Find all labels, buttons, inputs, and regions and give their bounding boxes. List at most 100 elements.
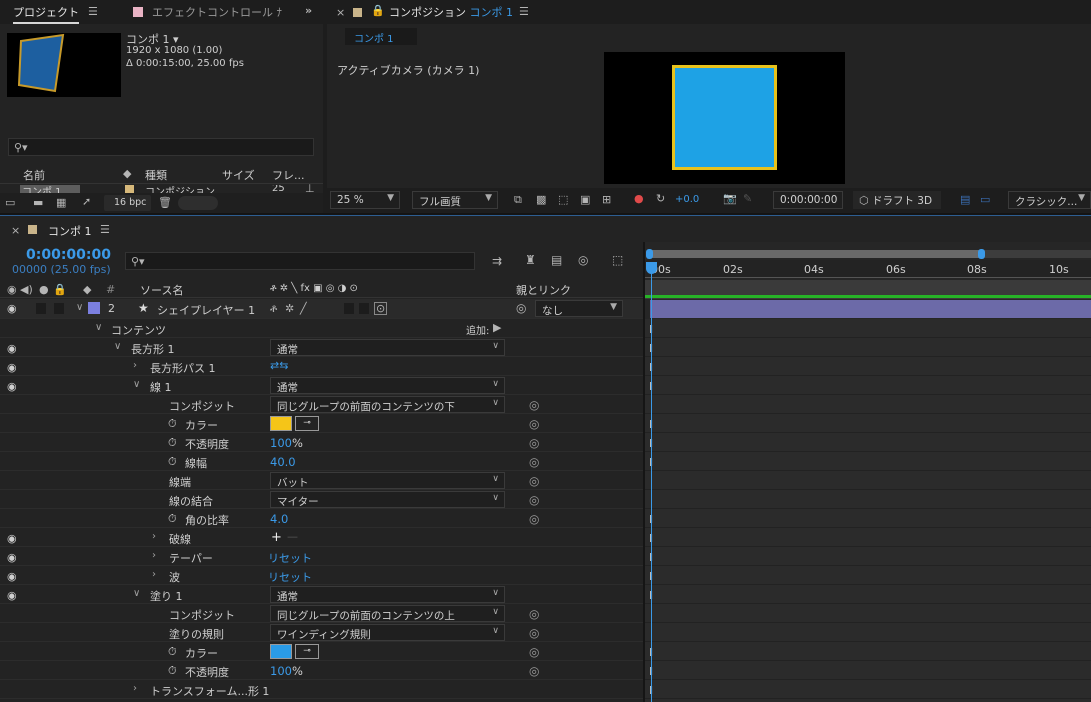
grid-guides-icon[interactable]: ⊞ <box>602 194 611 205</box>
eye-icon[interactable]: ◉ <box>7 302 17 315</box>
fill-opacity-row[interactable]: ⏱ 不透明度 100% ◎ <box>0 661 644 680</box>
comp-timecode[interactable]: 0:00:00:00 <box>773 191 843 209</box>
fill-opacity-value[interactable]: 100% <box>270 664 303 678</box>
label-tag-icon[interactable]: ◆ <box>83 284 91 295</box>
fill-composite-row[interactable]: コンポジット 同じグループの前面のコンテンツの上 ∨ ◎ <box>0 604 644 623</box>
shy-layers-icon[interactable]: ♜ <box>525 254 536 266</box>
tab-effect-controls[interactable]: エフェクトコントロール ﾅ <box>152 4 282 20</box>
scroll-pill[interactable] <box>178 196 218 210</box>
comp-menu-icon[interactable]: ☰ <box>519 6 529 17</box>
parent-dropdown[interactable]: なし ▼ <box>535 300 623 317</box>
col-size[interactable]: サイズ <box>222 167 255 183</box>
stroke-composite-dropdown[interactable]: 同じグループの前面のコンテンツの下 ∨ <box>270 396 505 413</box>
audio-toggle-icon[interactable]: ◀) <box>20 284 33 295</box>
stroke-color-swatch[interactable] <box>270 416 292 431</box>
work-area-range[interactable] <box>649 250 981 258</box>
transform-row[interactable]: › トランスフォーム...形 1 <box>0 680 644 699</box>
col-parent-link[interactable]: 親とリンク <box>516 282 571 298</box>
exposure-value[interactable]: +0.0 <box>675 194 699 205</box>
work-area-start-handle[interactable] <box>646 249 653 259</box>
stopwatch-icon[interactable]: ⏱ <box>168 455 177 469</box>
eyedropper-icon[interactable]: ⊸ <box>295 644 319 659</box>
layer-label-color[interactable] <box>88 302 100 314</box>
expression-pickwhip-icon[interactable]: ◎ <box>529 455 539 469</box>
eyedropper-icon[interactable]: ⊸ <box>295 416 319 431</box>
eye-icon[interactable]: ◉ <box>7 361 17 374</box>
twirl-down-icon[interactable]: ∨ <box>133 379 140 390</box>
line-join-row[interactable]: 線の結合 マイター ∨ ◎ <box>0 490 644 509</box>
snapshot-region-icon[interactable]: ⧉ <box>514 194 522 205</box>
timeline-menu-icon[interactable]: ☰ <box>100 224 110 235</box>
pickwhip-icon[interactable]: ◎ <box>516 302 526 314</box>
stroke-width-value[interactable]: 40.0 <box>270 455 296 469</box>
timeline-search-input[interactable]: ⚲▾ <box>125 252 475 270</box>
tab-composition[interactable]: コンポジション コンポ 1 <box>389 4 513 20</box>
add-play-icon[interactable]: ▶ <box>493 322 501 333</box>
layer-name[interactable]: シェイプレイヤー 1 <box>157 302 255 318</box>
flowchart-icon[interactable]: ⊥ <box>305 183 315 194</box>
twirl-right-icon[interactable]: › <box>152 531 156 542</box>
expression-pickwhip-icon[interactable]: ◎ <box>529 436 539 450</box>
layer-duration-bar[interactable] <box>650 300 1091 318</box>
stopwatch-icon[interactable]: ⏱ <box>168 436 177 450</box>
eye-icon[interactable]: ◉ <box>7 342 17 355</box>
col-name[interactable]: 名前 <box>23 167 45 183</box>
miter-limit-row[interactable]: ⏱ 角の比率 4.0 ◎ <box>0 509 644 528</box>
label-tag-icon[interactable]: ◆ <box>123 168 131 179</box>
rect-path-row[interactable]: ◉ › 長方形パス 1 ⇄⇆ <box>0 357 644 376</box>
stroke-row[interactable]: ◉ ∨ 線 1 通常 ∨ <box>0 376 644 395</box>
timeline-graph[interactable]: 00s 02s 04s 06s 08s 10s I I I I I I I I … <box>645 242 1091 702</box>
expression-pickwhip-icon[interactable]: ◎ <box>529 474 539 488</box>
graph-editor-icon[interactable]: ⬚ <box>612 254 623 266</box>
add-dash-icon[interactable]: + <box>271 531 282 544</box>
expression-pickwhip-icon[interactable]: ◎ <box>529 645 539 659</box>
twirl-down-icon[interactable]: ∨ <box>114 341 121 352</box>
path-direction-icon[interactable]: ⇄⇆ <box>270 360 288 371</box>
exposure-reset-icon[interactable]: ↻ <box>656 193 665 204</box>
eye-icon[interactable]: ◉ <box>7 589 17 602</box>
switch-box[interactable] <box>359 303 369 314</box>
twirl-right-icon[interactable]: › <box>133 683 137 694</box>
solo-box[interactable] <box>36 303 46 314</box>
stopwatch-icon[interactable]: ⏱ <box>168 512 177 526</box>
collapse-switch-icon[interactable]: ✲ <box>285 303 294 314</box>
lock-box[interactable] <box>54 303 64 314</box>
time-ruler[interactable]: 00s 02s 04s 06s 08s 10s <box>645 260 1091 278</box>
new-comp-icon[interactable]: ▦ <box>56 197 66 208</box>
contents-row[interactable]: ∨ コンテンツ 追加: ▶ <box>0 319 644 338</box>
wave-reset-link[interactable]: リセット <box>268 569 312 585</box>
zoom-dropdown[interactable]: 25 % ▼ <box>330 191 400 209</box>
layer-twirl-icon[interactable]: ∨ <box>76 302 83 313</box>
tab-project[interactable]: プロジェクト <box>13 4 79 24</box>
stopwatch-icon[interactable]: ⏱ <box>168 664 177 678</box>
expression-pickwhip-icon[interactable]: ◎ <box>529 493 539 507</box>
close-tab-icon[interactable]: × <box>11 225 20 236</box>
interpret-footage-icon[interactable]: ▭ <box>5 197 15 208</box>
new-folder-icon[interactable]: ▬ <box>33 197 43 208</box>
taper-row[interactable]: ◉ › テーパー リセット <box>0 547 644 566</box>
comp-flowchart-icon[interactable]: ⇉ <box>492 255 502 267</box>
renderer-dropdown[interactable]: クラシック... ▼ <box>1008 191 1091 209</box>
col-frames[interactable]: フレ... <box>272 167 305 183</box>
lock-icon[interactable]: 🔒 <box>53 284 67 295</box>
remove-dash-icon[interactable]: — <box>287 531 298 542</box>
transparency-grid-icon[interactable]: ▩ <box>536 194 546 205</box>
video-toggle-icon[interactable]: ◉ <box>7 284 17 295</box>
col-type[interactable]: 種類 <box>145 167 167 183</box>
view-layout-icon[interactable]: ▤ <box>960 194 970 205</box>
tab-timeline[interactable]: コンポ 1 <box>48 223 92 239</box>
line-cap-row[interactable]: 線端 バット ∨ ◎ <box>0 471 644 490</box>
close-tab-icon[interactable]: × <box>336 7 345 18</box>
fill-rule-row[interactable]: 塗りの規則 ワインディング規則 ∨ ◎ <box>0 623 644 642</box>
eye-icon[interactable]: ◉ <box>7 380 17 393</box>
draft3d-toggle[interactable]: ⬡ ドラフト 3D <box>853 191 941 209</box>
playhead-line[interactable] <box>651 272 652 702</box>
color-channel-icon[interactable]: ● <box>634 193 644 204</box>
stroke-width-row[interactable]: ⏱ 線幅 40.0 ◎ <box>0 452 644 471</box>
stroke-composite-row[interactable]: コンポジット 同じグループの前面のコンテンツの下 ∨ ◎ <box>0 395 644 414</box>
col-source-name[interactable]: ソース名 <box>140 282 183 298</box>
safe-zones-icon[interactable]: ▣ <box>580 194 590 205</box>
motion-blur-icon[interactable]: ◎ <box>578 254 588 266</box>
dashes-row[interactable]: ◉ › 破線 + — <box>0 528 644 547</box>
bpc-button[interactable]: 16 bpc <box>104 195 151 211</box>
